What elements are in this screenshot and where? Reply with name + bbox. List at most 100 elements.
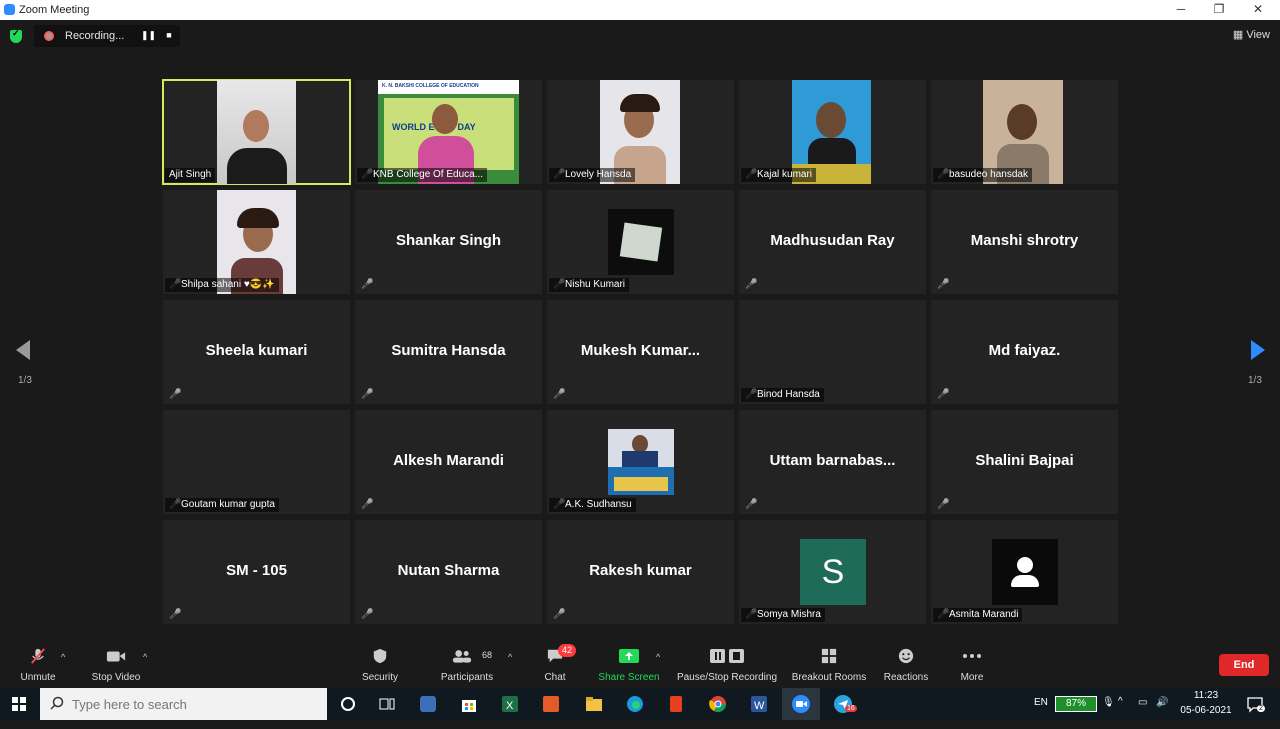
close-button[interactable]: ✕ xyxy=(1248,2,1268,18)
windows-start-icon[interactable] xyxy=(12,697,26,711)
video-options-caret-icon[interactable]: ^ xyxy=(143,652,147,662)
profile-picture xyxy=(608,429,674,495)
participant-tile[interactable]: Shalini Bajpai 🎤 xyxy=(931,410,1118,514)
task-view-icon[interactable] xyxy=(377,694,397,714)
chat-button[interactable]: 42 Chat xyxy=(535,640,577,688)
participant-tile[interactable]: 🎤 Nishu Kumari xyxy=(547,190,734,294)
participant-name: KNB College Of Educa... xyxy=(357,168,488,182)
stop-recording-button[interactable]: ■ xyxy=(163,30,175,42)
volume-icon[interactable]: 🔊 xyxy=(1156,697,1168,729)
participant-tile[interactable]: 🎤 A.K. Sudhansu xyxy=(547,410,734,514)
profile-picture xyxy=(608,209,674,275)
participant-tile[interactable]: Mukesh Kumar... 🎤 xyxy=(547,300,734,404)
encryption-shield-icon[interactable] xyxy=(10,28,22,43)
pause-recording-button[interactable]: ❚❚ xyxy=(141,30,156,42)
chrome-icon[interactable] xyxy=(708,694,728,714)
participant-tile[interactable]: 🎤 Shilpa sahani ♥😎✨ xyxy=(163,190,350,294)
unmute-button[interactable]: Unmute xyxy=(14,640,62,688)
clock[interactable]: 11:23 05-06-2021 xyxy=(1180,688,1232,720)
participant-tile[interactable]: 🎤 Lovely Hansda xyxy=(547,80,734,184)
participants-button[interactable]: 68 Participants xyxy=(437,640,497,688)
participant-tile[interactable]: 🎤 basudeo hansdak xyxy=(931,80,1118,184)
participant-tile[interactable]: 🎤 Kajal kumari xyxy=(739,80,926,184)
participant-display-name: SM - 105 xyxy=(226,562,287,579)
more-label: More xyxy=(960,672,984,683)
svg-text:X: X xyxy=(506,700,514,712)
notification-badge: 2 xyxy=(1257,705,1265,712)
participant-tile[interactable]: Rakesh kumar 🎤 xyxy=(547,520,734,624)
participant-tile[interactable]: Uttam barnabas... 🎤 xyxy=(739,410,926,514)
pause-stop-icon xyxy=(710,649,744,663)
microphone-tray-icon[interactable]: 🎙 xyxy=(1102,697,1115,729)
security-button[interactable]: Security xyxy=(355,640,405,688)
participant-tile[interactable]: Ajit Singh xyxy=(162,79,351,185)
pdf-reader-icon[interactable] xyxy=(541,694,561,714)
participant-name: A.K. Sudhansu xyxy=(549,498,636,512)
edge-browser-icon[interactable] xyxy=(625,694,645,714)
end-meeting-button[interactable]: End xyxy=(1219,654,1269,676)
participant-tile[interactable]: Md faiyaz. 🎤 xyxy=(931,300,1118,404)
store-bag-icon[interactable] xyxy=(459,694,479,714)
participant-name: Kajal kumari xyxy=(741,168,817,182)
reactions-button[interactable]: Reactions xyxy=(880,640,932,688)
participant-tile[interactable]: Alkesh Marandi 🎤 xyxy=(355,410,542,514)
network-icon[interactable]: ▭ xyxy=(1138,697,1147,729)
participants-count: 68 xyxy=(482,650,493,660)
participant-tile[interactable]: Shankar Singh 🎤 xyxy=(355,190,542,294)
grid-icon: ▦ xyxy=(1232,29,1244,41)
next-page-arrow-icon[interactable] xyxy=(1249,340,1265,360)
participant-tile[interactable]: 🎤 Asmita Marandi xyxy=(931,520,1118,624)
recording-dot-icon xyxy=(44,31,54,41)
letter-avatar: S xyxy=(800,539,866,605)
office-icon[interactable] xyxy=(666,694,686,714)
participant-tile[interactable]: Nutan Sharma 🎤 xyxy=(355,520,542,624)
participant-tile[interactable]: 🎤 Goutam kumar gupta xyxy=(163,410,350,514)
zoom-taskbar-active[interactable] xyxy=(782,688,820,720)
participant-tile[interactable]: SM - 105 🎤 xyxy=(163,520,350,624)
file-explorer-icon[interactable] xyxy=(584,694,604,714)
breakout-rooms-button[interactable]: Breakout Rooms xyxy=(789,640,869,688)
share-options-caret-icon[interactable]: ^ xyxy=(656,652,660,662)
pause-stop-recording-button[interactable]: Pause/Stop Recording xyxy=(674,640,780,688)
participant-tile[interactable]: Sheela kumari 🎤 xyxy=(163,300,350,404)
security-shield-icon xyxy=(373,648,387,664)
windows-taskbar: X W 16 EN 87% 🎙 ^ ▭ 🔊 11:23 05-06-2021 2 xyxy=(0,688,1280,720)
minimize-button[interactable]: ─ xyxy=(1171,2,1191,18)
previous-page-arrow-icon[interactable] xyxy=(16,340,32,360)
language-indicator[interactable]: EN xyxy=(1034,697,1048,729)
audio-options-caret-icon[interactable]: ^ xyxy=(61,652,65,662)
word-icon[interactable]: W xyxy=(749,694,769,714)
clock-date: 05-06-2021 xyxy=(1180,705,1232,716)
maximize-button[interactable]: ❐ xyxy=(1209,2,1229,18)
participant-tile[interactable]: Madhusudan Ray 🎤 xyxy=(739,190,926,294)
muted-mic-icon: 🎤 xyxy=(553,609,566,620)
battery-indicator[interactable]: 87% xyxy=(1055,696,1097,712)
chat-unread-badge: 42 xyxy=(558,644,577,657)
more-button[interactable]: More xyxy=(953,640,991,688)
participant-display-name: Rakesh kumar xyxy=(589,562,692,579)
participant-tile[interactable]: K. N. BAKSHI COLLEGE OF EDUCATION WORLD … xyxy=(355,80,542,184)
stop-video-button[interactable]: Stop Video xyxy=(86,640,146,688)
app-icon[interactable] xyxy=(418,694,438,714)
recording-indicator: Recording... ❚❚ ■ xyxy=(34,25,180,47)
title-bar: Zoom Meeting ─ ❐ ✕ xyxy=(0,0,1280,20)
participants-options-caret-icon[interactable]: ^ xyxy=(508,652,512,662)
breakout-rooms-icon xyxy=(821,648,837,664)
reactions-label: Reactions xyxy=(883,672,929,683)
meeting-area: Recording... ❚❚ ■ ▦ View 1/3 1/3 Ajit Si… xyxy=(0,20,1280,640)
participants-icon xyxy=(452,650,472,663)
participant-grid: Ajit Singh K. N. BAKSHI COLLEGE OF EDUCA… xyxy=(162,79,1118,628)
search-input[interactable] xyxy=(72,695,312,713)
participant-tile[interactable]: 🎤 Binod Hansda xyxy=(739,300,926,404)
taskbar-search-box[interactable] xyxy=(40,688,327,720)
share-screen-button[interactable]: Share Screen xyxy=(597,640,661,688)
participant-tile[interactable]: Manshi shrotry 🎤 xyxy=(931,190,1118,294)
excel-icon[interactable]: X xyxy=(500,694,520,714)
cortana-icon[interactable] xyxy=(338,694,358,714)
view-button[interactable]: ▦ View xyxy=(1233,28,1270,41)
participant-tile[interactable]: S 🎤 Somya Mishra xyxy=(739,520,926,624)
participant-display-name: Manshi shrotry xyxy=(970,232,1079,249)
participant-tile[interactable]: Sumitra Hansda 🎤 xyxy=(355,300,542,404)
search-icon xyxy=(50,696,64,710)
show-hidden-icons-icon[interactable]: ^ xyxy=(1118,696,1123,728)
